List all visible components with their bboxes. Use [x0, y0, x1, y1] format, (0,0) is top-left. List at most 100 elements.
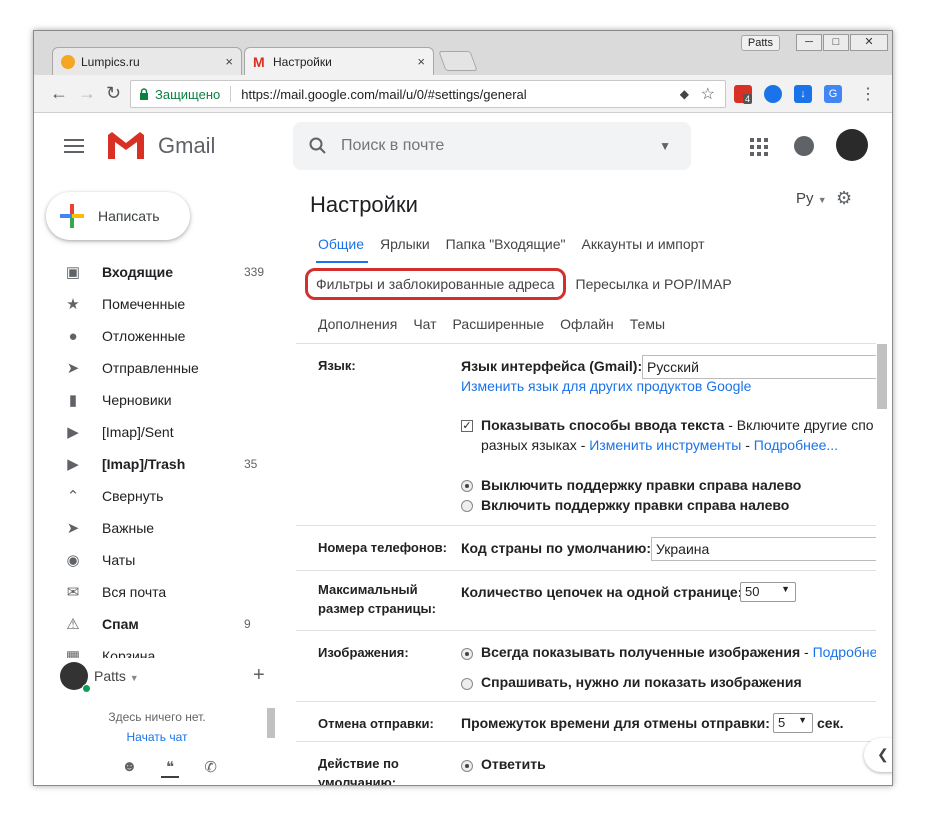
chat-user-name[interactable]: Patts ▼: [94, 668, 139, 684]
country-code-select[interactable]: Украина: [651, 537, 876, 561]
sidebar-item-all-mail[interactable]: ✉ Вся почта: [34, 576, 280, 608]
reply-label: Ответить: [481, 756, 546, 772]
compose-button[interactable]: Написать: [46, 192, 190, 240]
chat-scrollbar[interactable]: [267, 708, 275, 738]
sidebar-item-imap-sent[interactable]: ▶ [Imap]/Sent: [34, 416, 280, 448]
minimize-button[interactable]: ─: [796, 34, 822, 51]
language-selector[interactable]: Ру ▼: [796, 190, 827, 207]
tab-themes[interactable]: Темы: [630, 316, 665, 332]
main-menu-icon[interactable]: [64, 139, 84, 157]
search-input[interactable]: [341, 137, 641, 155]
draft-icon: ▮: [68, 392, 78, 409]
interface-language-select[interactable]: Русский: [642, 355, 876, 379]
images-always-radio[interactable]: [461, 648, 473, 660]
secure-indicator[interactable]: Защищено: [131, 87, 220, 102]
contacts-person-icon[interactable]: ☻: [120, 758, 139, 778]
tab-close-icon[interactable]: ×: [417, 54, 425, 69]
extension-globe-icon[interactable]: [764, 85, 782, 103]
input-methods-checkbox[interactable]: ✓: [461, 420, 473, 432]
forward-arrow-icon[interactable]: →: [78, 83, 96, 104]
close-window-button[interactable]: ✕: [850, 34, 888, 51]
search-icon[interactable]: [309, 137, 327, 155]
browser-menu-icon[interactable]: ⋮: [860, 84, 876, 104]
threads-per-page-select[interactable]: 50 ▼: [740, 582, 796, 602]
tab-offline[interactable]: Офлайн: [560, 316, 614, 332]
bookmark-star-icon[interactable]: ☆: [701, 84, 715, 104]
add-chat-plus-icon[interactable]: +: [253, 664, 265, 687]
hangouts-icon[interactable]: ❝: [160, 758, 180, 778]
sidebar-item-collapse[interactable]: ⌃ Свернуть: [34, 480, 280, 512]
undo-send-label: Отмена отправки:: [318, 716, 434, 731]
sidebar: Написать ▣ Входящие 339 ★ Помеченные ● О…: [34, 178, 280, 785]
images-ask-radio[interactable]: [461, 678, 473, 690]
apps-grid-icon[interactable]: [750, 138, 768, 156]
omnibox-separator: [230, 86, 232, 102]
sidebar-item-imap-trash[interactable]: ▶ [Imap]/Trash 35: [34, 448, 280, 480]
page-title: Настройки: [310, 192, 418, 217]
rtl-off-radio[interactable]: [461, 480, 473, 492]
new-tab-button[interactable]: [438, 51, 478, 71]
sidebar-item-spam[interactable]: ⚠ Спам 9: [34, 608, 280, 640]
tab-lumpics[interactable]: Lumpics.ru ×: [52, 47, 242, 75]
tab-labels[interactable]: Ярлыки: [380, 236, 430, 252]
notifications-icon[interactable]: [794, 136, 814, 156]
sidebar-item-inbox[interactable]: ▣ Входящие 339: [34, 256, 280, 288]
reload-icon[interactable]: ↻: [106, 83, 121, 104]
sidebar-item-drafts[interactable]: ▮ Черновики: [34, 384, 280, 416]
language-label: Язык:: [318, 358, 356, 373]
maximize-button[interactable]: □: [823, 34, 849, 51]
input-methods-text: Показывать способы ввода текста - Включи…: [481, 417, 874, 433]
tab-addons[interactable]: Дополнения: [318, 316, 397, 332]
back-arrow-icon[interactable]: ←: [50, 83, 68, 104]
gmail-logo-text: Gmail: [158, 133, 216, 158]
tab-forwarding[interactable]: Пересылка и POP/IMAP: [576, 268, 732, 300]
sidebar-item-sent[interactable]: ➤ Отправленные: [34, 352, 280, 384]
url-text[interactable]: https://mail.google.com/mail/u/0/#settin…: [241, 87, 526, 102]
sidebar-item-chats[interactable]: ◉ Чаты: [34, 544, 280, 576]
tab-settings[interactable]: M Настройки ×: [244, 47, 434, 75]
active-tab-underline: [316, 261, 368, 263]
browser-window: Lumpics.ru × M Настройки × Patts ─ □ ✕ ←…: [33, 30, 893, 786]
more-link[interactable]: Подробнее...: [754, 437, 838, 453]
search-options-icon[interactable]: ▼: [659, 139, 671, 153]
undo-period-select[interactable]: 5 ▼: [773, 713, 813, 733]
page-action-icon[interactable]: ◆: [680, 87, 689, 101]
tab-inbox[interactable]: Папка "Входящие": [446, 236, 566, 252]
label-icon: ▶: [67, 456, 79, 473]
tab-title: Lumpics.ru: [81, 54, 140, 69]
sidebar-item-snoozed[interactable]: ● Отложенные: [34, 320, 280, 352]
images-more-link[interactable]: Подробне: [813, 644, 876, 660]
change-tools-link[interactable]: Изменить инструменты: [589, 437, 741, 453]
gear-icon[interactable]: ⚙: [836, 188, 852, 209]
extension-red-icon[interactable]: 4: [734, 85, 753, 104]
settings-scrollbar[interactable]: [877, 344, 887, 409]
change-language-link[interactable]: Изменить язык для других продуктов Googl…: [461, 378, 751, 394]
star-icon: ★: [66, 296, 80, 313]
tab-chat[interactable]: Чат: [413, 316, 436, 332]
tab-filters[interactable]: Фильтры и заблокированные адреса: [305, 268, 566, 300]
tab-advanced[interactable]: Расширенные: [453, 316, 545, 332]
download-extension-icon[interactable]: ↓: [794, 85, 812, 103]
search-box[interactable]: ▼: [293, 122, 691, 170]
address-bar[interactable]: Защищено https://mail.google.com/mail/u/…: [130, 80, 726, 108]
phone-icon[interactable]: ✆: [201, 758, 220, 778]
row-divider: [296, 701, 876, 702]
side-panel-toggle-button[interactable]: ❮: [864, 738, 892, 772]
sidebar-item-important[interactable]: ➤ Важные: [34, 512, 280, 544]
sidebar-item-starred[interactable]: ★ Помеченные: [34, 288, 280, 320]
translate-extension-icon[interactable]: G: [824, 85, 842, 103]
account-avatar[interactable]: [836, 129, 868, 161]
tab-accounts[interactable]: Аккаунты и импорт: [582, 236, 705, 252]
dropdown-arrow-icon: ▼: [781, 584, 790, 594]
tab-general[interactable]: Общие: [318, 236, 364, 252]
reply-radio[interactable]: [461, 760, 473, 772]
tab-close-icon[interactable]: ×: [225, 54, 233, 69]
start-chat-link[interactable]: Начать чат: [34, 730, 280, 744]
tab-title: Настройки: [273, 54, 332, 69]
settings-tabs-row-1: Общие Ярлыки Папка "Входящие" Аккаунты и…: [318, 236, 721, 252]
window-user-badge[interactable]: Patts: [740, 35, 780, 51]
phone-label: Номера телефонов:: [318, 540, 447, 555]
rtl-on-radio[interactable]: [461, 500, 473, 512]
folder-list: ▣ Входящие 339 ★ Помеченные ● Отложенные…: [34, 256, 280, 672]
images-ask-label: Спрашивать, нужно ли показать изображени…: [481, 674, 802, 690]
